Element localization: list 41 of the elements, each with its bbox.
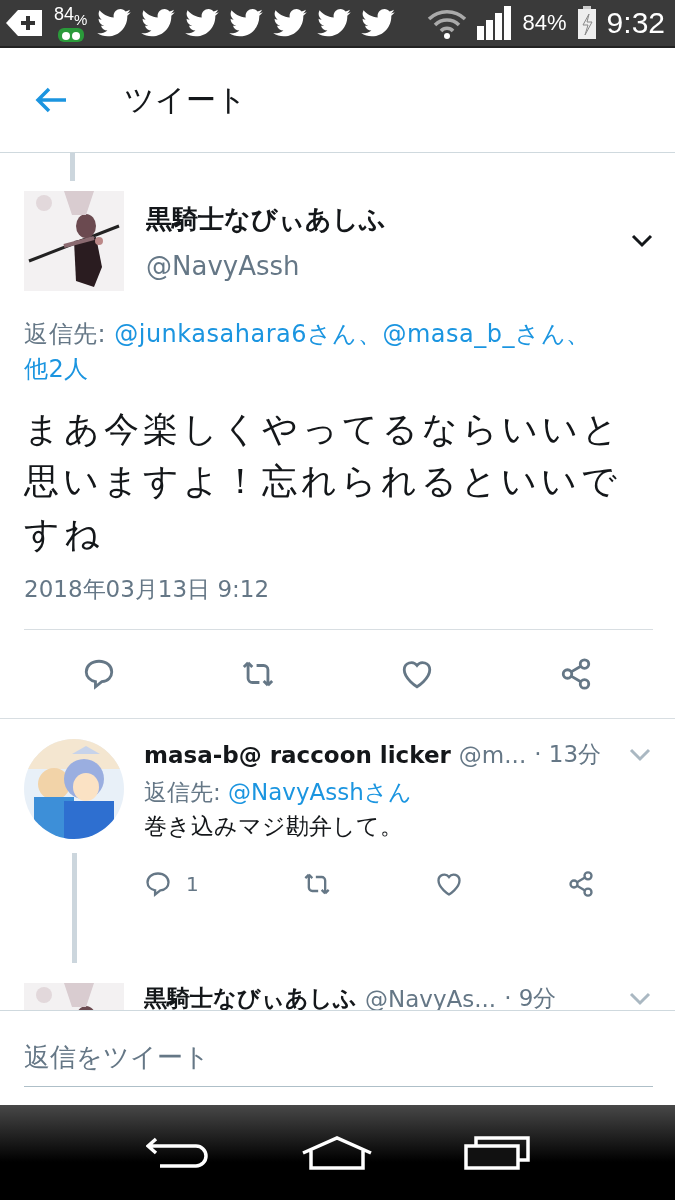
page-title: ツイート xyxy=(124,80,247,119)
chevron-down-icon[interactable] xyxy=(631,234,653,248)
share-icon xyxy=(566,869,595,898)
reply-icon xyxy=(144,869,172,898)
tweet-date: 2018年03月13日 9:12 xyxy=(24,575,271,605)
back-arrow-icon[interactable] xyxy=(34,86,68,114)
reply-button[interactable]: 1 xyxy=(144,869,199,898)
add-icon xyxy=(4,8,44,38)
battery-percent: 84% xyxy=(522,10,567,36)
tweet-text: まあ今楽しくやってるならいいと思いますよ！忘れられるといいですね xyxy=(24,407,623,556)
author-handle[interactable]: @m... xyxy=(458,741,527,768)
mention-link[interactable]: @masa_b_さん、 xyxy=(382,320,591,348)
author-name[interactable]: 黒騎士なびぃあしふ xyxy=(146,201,609,237)
share-button[interactable] xyxy=(566,869,595,898)
reply-to-text: 返信先: @NavyAsshさん xyxy=(144,778,413,808)
glasses-icon xyxy=(57,27,84,42)
recent-apps-icon[interactable] xyxy=(463,1135,530,1170)
notification-count-label: 84$_{%}$ xyxy=(54,4,88,28)
home-icon[interactable] xyxy=(300,1135,373,1170)
tweet-text: 巻き込みマジ勘弁して。 xyxy=(144,812,404,842)
author-name[interactable]: 黒騎士なびぃあしふ xyxy=(144,983,357,1010)
author-name[interactable]: masa-b@ raccoon licker xyxy=(144,741,451,768)
bird-icon xyxy=(317,9,352,37)
tweet-time: · 13分 xyxy=(534,740,602,770)
mention-link[interactable]: 他2人 xyxy=(24,354,89,383)
bird-icon xyxy=(141,9,176,37)
back-icon[interactable] xyxy=(145,1135,210,1170)
tweet-time: · 9分 xyxy=(504,984,557,1010)
mention-link[interactable]: @NavyAsshさん xyxy=(228,779,412,806)
mention-link[interactable]: @junkasahara6さん、 xyxy=(114,320,383,348)
wifi-icon xyxy=(426,7,467,39)
bird-icon xyxy=(97,9,132,37)
clock: 9:32 xyxy=(606,6,665,40)
signal-icon xyxy=(476,6,513,40)
bird-icon xyxy=(361,9,396,37)
bird-icon xyxy=(229,9,264,37)
bird-icon xyxy=(273,9,308,37)
bird-icon xyxy=(185,9,220,37)
reply-to-text: 返信先: @junkasahara6さん、@masa_b_さん、 他2人 xyxy=(24,319,592,385)
author-handle[interactable]: @NavyAssh xyxy=(146,250,609,281)
battery-charging-icon xyxy=(576,6,597,40)
